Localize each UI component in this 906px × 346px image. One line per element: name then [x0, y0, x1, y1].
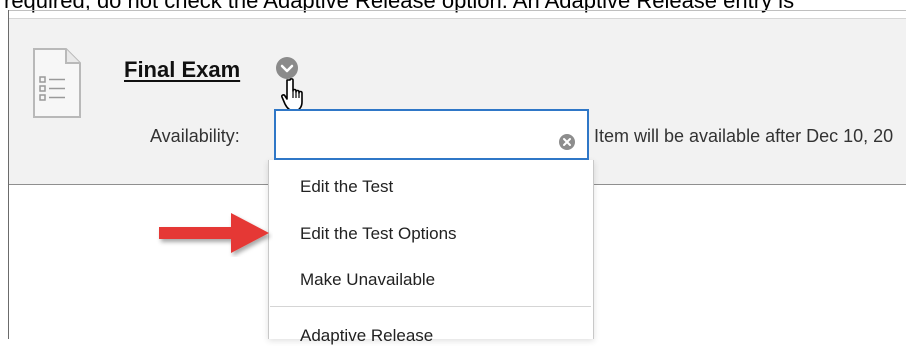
content-frame-top-border	[8, 10, 906, 11]
test-document-icon	[33, 48, 81, 118]
hand-cursor-icon	[281, 78, 303, 112]
chevron-down-icon[interactable]	[276, 57, 298, 79]
clear-circle-icon[interactable]	[559, 134, 575, 150]
menu-search-input[interactable]	[284, 119, 548, 151]
menu-separator	[270, 306, 591, 307]
menu-item-edit-test-options[interactable]: Edit the Test Options	[300, 224, 457, 244]
menu-item-make-unavailable[interactable]: Make Unavailable	[300, 270, 435, 290]
availability-label: Availability:	[150, 126, 240, 146]
instruction-text: required, do not check the Adaptive Rele…	[4, 0, 795, 13]
menu-item-adaptive-release[interactable]: Adaptive Release	[300, 326, 433, 346]
test-title-link[interactable]: Final Exam	[124, 57, 240, 83]
red-arrow-icon	[159, 213, 269, 253]
availability-value: Item will be available after Dec 10, 20	[594, 126, 894, 146]
menu-item-edit-test[interactable]: Edit the Test	[300, 177, 393, 197]
menu-search-field[interactable]	[274, 109, 589, 160]
